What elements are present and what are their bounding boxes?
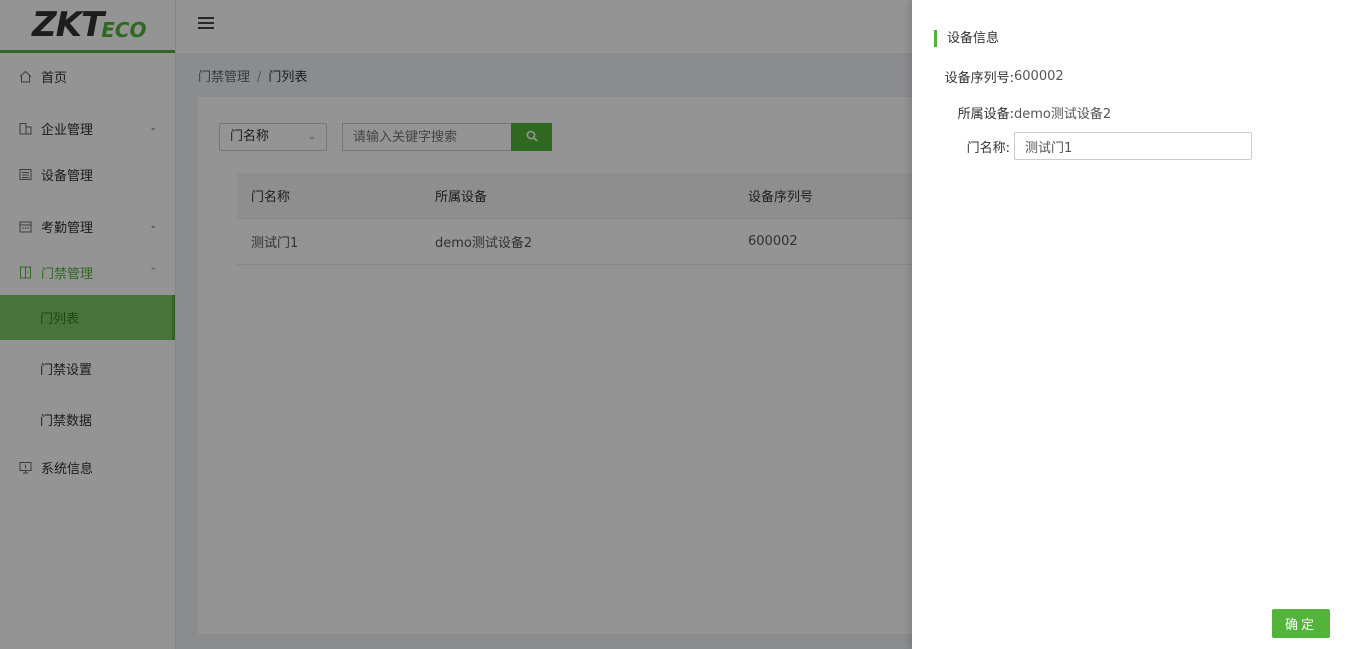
device-info-drawer: 设备信息 设备序列号: 600002 所属设备: demo测试设备2 门名称: … (912, 0, 1354, 649)
serial-value: 600002 (1014, 69, 1064, 84)
drawer-title: 设备信息 (934, 30, 999, 47)
door-name-label: 门名称: (966, 140, 1010, 156)
serial-label: 设备序列号: (944, 71, 1014, 86)
device-label: 所属设备: (957, 107, 1014, 122)
serial-field: 设备序列号: 600002 (912, 67, 1064, 86)
device-field: 所属设备: demo测试设备2 (912, 103, 1112, 122)
confirm-button[interactable]: 确定 (1272, 609, 1330, 638)
door-name-input[interactable] (1014, 132, 1252, 160)
device-value: demo测试设备2 (1014, 107, 1112, 122)
door-name-field: 门名称: (912, 132, 1252, 160)
drawer-overlay[interactable] (0, 0, 912, 649)
